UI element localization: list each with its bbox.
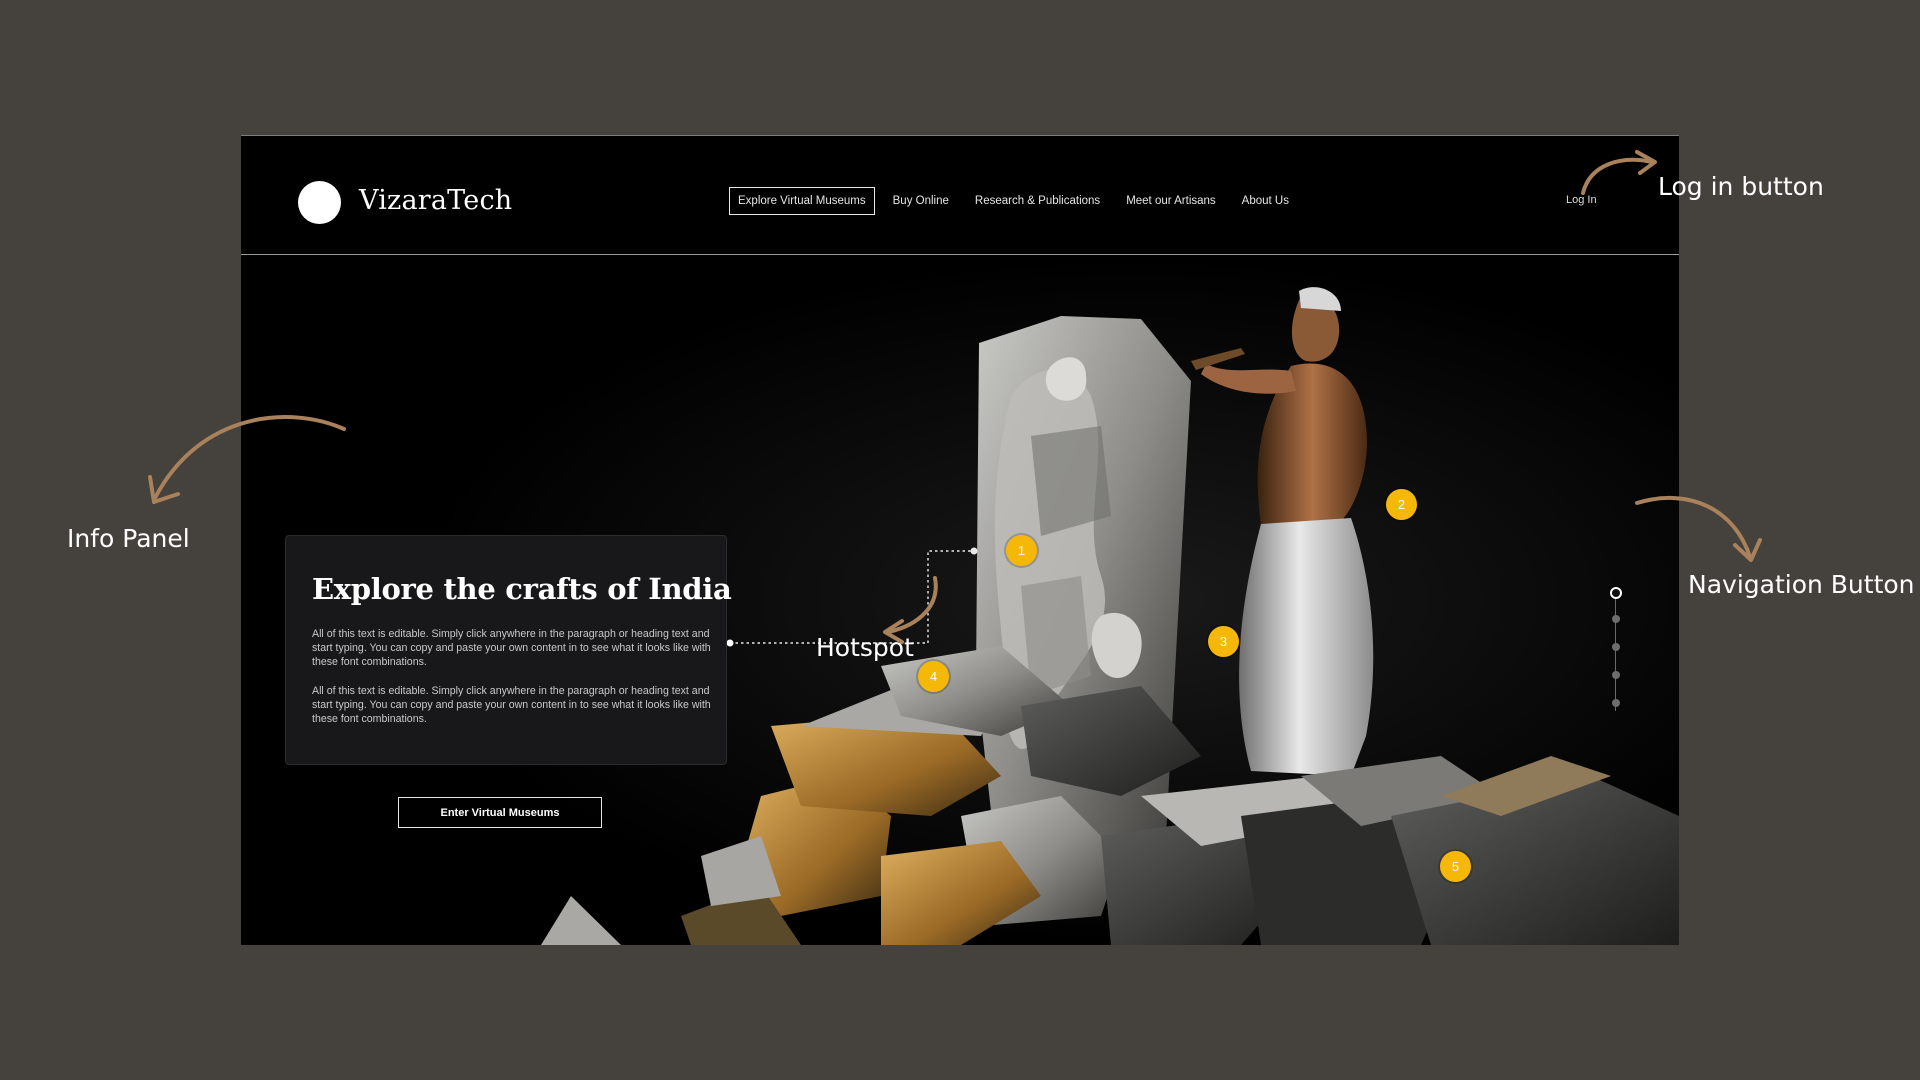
side-navigation-dot[interactable]: [1612, 615, 1620, 623]
hotspot-2[interactable]: 2: [1386, 489, 1417, 520]
main-navigation: Explore Virtual Museums Buy Online Resea…: [729, 187, 1297, 215]
annotation-hotspot: Hotspot: [816, 633, 914, 662]
nav-buy-online[interactable]: Buy Online: [885, 188, 957, 214]
hotspot-4[interactable]: 4: [918, 661, 949, 692]
brand-name[interactable]: VizaraTech: [359, 185, 512, 216]
hotspot-1[interactable]: 1: [1006, 535, 1037, 566]
side-navigation-dot[interactable]: [1612, 699, 1620, 707]
curved-arrow-icon: [148, 475, 180, 504]
login-button[interactable]: Log In: [1566, 194, 1597, 206]
nav-about-us[interactable]: About Us: [1234, 188, 1297, 214]
side-navigation-dot[interactable]: [1612, 671, 1620, 679]
nav-explore-virtual-museums[interactable]: Explore Virtual Museums: [729, 187, 875, 215]
annotation-navigation-button: Navigation Button: [1688, 570, 1915, 599]
side-navigation: [1609, 587, 1623, 715]
hero-section: Explore the crafts of India All of this …: [241, 256, 1679, 945]
side-navigation-dot-active[interactable]: [1610, 587, 1622, 599]
info-panel-title: Explore the crafts of India: [312, 572, 732, 606]
nav-research-publications[interactable]: Research & Publications: [967, 188, 1108, 214]
info-panel: Explore the crafts of India All of this …: [285, 535, 732, 765]
website-mockup: VizaraTech Explore Virtual Museums Buy O…: [241, 135, 1679, 945]
info-panel-paragraph: All of this text is editable. Simply cli…: [312, 685, 711, 725]
curved-arrow-icon: [1733, 538, 1762, 562]
annotation-login-button: Log in button: [1658, 172, 1824, 201]
top-navigation-bar: VizaraTech Explore Virtual Museums Buy O…: [241, 135, 1679, 255]
nav-meet-our-artisans[interactable]: Meet our Artisans: [1118, 188, 1223, 214]
logo-circle-icon[interactable]: [298, 181, 341, 224]
hotspot-3[interactable]: 3: [1208, 626, 1239, 657]
annotation-info-panel: Info Panel: [67, 524, 190, 553]
hotspot-5[interactable]: 5: [1440, 851, 1471, 882]
info-panel-paragraph: All of this text is editable. Simply cli…: [312, 628, 711, 668]
side-navigation-dot[interactable]: [1612, 643, 1620, 651]
enter-virtual-museums-button[interactable]: Enter Virtual Museums: [398, 797, 602, 828]
